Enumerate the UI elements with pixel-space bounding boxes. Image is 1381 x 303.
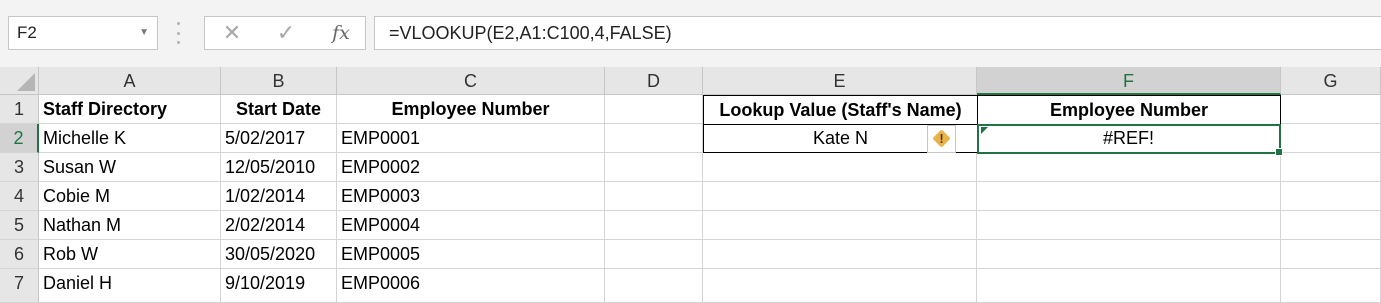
formula-buttons: ✕ ✓ fx	[204, 16, 366, 50]
cell-b5[interactable]: 2/02/2014	[221, 211, 337, 240]
cell-d6[interactable]	[605, 240, 703, 269]
cell-a7[interactable]: Daniel H	[39, 269, 221, 303]
cell-f4[interactable]	[977, 182, 1281, 211]
cell-c4[interactable]: EMP0003	[337, 182, 605, 211]
cell-a2[interactable]: Michelle K	[39, 124, 221, 153]
cell-f3[interactable]	[977, 153, 1281, 182]
formula-input[interactable]: =VLOOKUP(E2,A1:C100,4,FALSE)	[374, 16, 1381, 50]
cell-c1[interactable]: Employee Number	[337, 95, 605, 124]
cell-e5[interactable]	[703, 211, 977, 240]
cell-f6[interactable]	[977, 240, 1281, 269]
cell-b7[interactable]: 9/10/2019	[221, 269, 337, 303]
cell-d1[interactable]	[605, 95, 703, 124]
cell-g5[interactable]	[1281, 211, 1381, 240]
error-warning-button[interactable]: !	[927, 125, 956, 153]
error-indicator-icon	[981, 127, 988, 134]
column-header-e[interactable]: E	[703, 67, 977, 95]
row-header-6[interactable]: 6	[0, 240, 39, 269]
cell-b1[interactable]: Start Date	[221, 95, 337, 124]
formula-bar-area: F2 ▼ ✕ ✓ fx =VLOOKUP(E2,A1:C100,4,FALSE)	[0, 0, 1381, 68]
row-header-1[interactable]: 1	[0, 95, 39, 124]
cell-g2[interactable]	[1281, 124, 1381, 153]
warning-icon-glyph: !	[939, 131, 944, 146]
name-box-value: F2	[17, 23, 37, 42]
cell-d3[interactable]	[605, 153, 703, 182]
cancel-icon[interactable]: ✕	[217, 17, 247, 49]
column-header-a[interactable]: A	[39, 67, 221, 95]
cell-b3[interactable]: 12/05/2010	[221, 153, 337, 182]
cell-a4[interactable]: Cobie M	[39, 182, 221, 211]
row-header-3[interactable]: 3	[0, 153, 39, 182]
cell-b6[interactable]: 30/05/2020	[221, 240, 337, 269]
select-all-icon	[17, 73, 35, 91]
cell-f1[interactable]: Employee Number	[977, 95, 1281, 125]
drag-handle-icon[interactable]	[175, 22, 181, 44]
function-icon[interactable]: fx	[326, 17, 356, 49]
cell-e7[interactable]	[703, 269, 977, 303]
row-header-2[interactable]: 2	[0, 124, 39, 153]
cell-d7[interactable]	[605, 269, 703, 303]
cell-e4[interactable]	[703, 182, 977, 211]
cell-f2[interactable]: #REF!	[977, 124, 1281, 153]
cell-d2[interactable]	[605, 124, 703, 153]
cell-a5[interactable]: Nathan M	[39, 211, 221, 240]
cell-a6[interactable]: Rob W	[39, 240, 221, 269]
enter-icon[interactable]: ✓	[271, 17, 301, 49]
cell-g1[interactable]	[1281, 95, 1381, 124]
cell-g3[interactable]	[1281, 153, 1381, 182]
row-header-7[interactable]: 7	[0, 269, 39, 303]
cell-e6[interactable]	[703, 240, 977, 269]
column-header-d[interactable]: D	[605, 67, 703, 95]
name-box[interactable]: F2 ▼	[8, 16, 158, 50]
cell-d4[interactable]	[605, 182, 703, 211]
cell-b4[interactable]: 1/02/2014	[221, 182, 337, 211]
cell-a1[interactable]: Staff Directory	[39, 95, 221, 124]
cell-g6[interactable]	[1281, 240, 1381, 269]
column-header-b[interactable]: B	[221, 67, 337, 95]
cell-e1[interactable]: Lookup Value (Staff's Name)	[703, 95, 978, 125]
cell-c2[interactable]: EMP0001	[337, 124, 605, 153]
cell-e3[interactable]	[703, 153, 977, 182]
cell-g7[interactable]	[1281, 269, 1381, 303]
cell-c7[interactable]: EMP0006	[337, 269, 605, 303]
column-header-c[interactable]: C	[337, 67, 605, 95]
cell-f5[interactable]	[977, 211, 1281, 240]
cell-g4[interactable]	[1281, 182, 1381, 211]
row-header-4[interactable]: 4	[0, 182, 39, 211]
cell-b2[interactable]: 5/02/2017	[221, 124, 337, 153]
cell-a3[interactable]: Susan W	[39, 153, 221, 182]
cell-f7[interactable]	[977, 269, 1281, 303]
chevron-down-icon[interactable]: ▼	[139, 17, 149, 49]
cell-d5[interactable]	[605, 211, 703, 240]
cell-c5[interactable]: EMP0004	[337, 211, 605, 240]
column-header-g[interactable]: G	[1281, 67, 1381, 95]
select-all-button[interactable]	[0, 67, 39, 95]
row-header-5[interactable]: 5	[0, 211, 39, 240]
cell-c6[interactable]: EMP0005	[337, 240, 605, 269]
column-header-f[interactable]: F	[977, 67, 1281, 95]
cell-c3[interactable]: EMP0002	[337, 153, 605, 182]
